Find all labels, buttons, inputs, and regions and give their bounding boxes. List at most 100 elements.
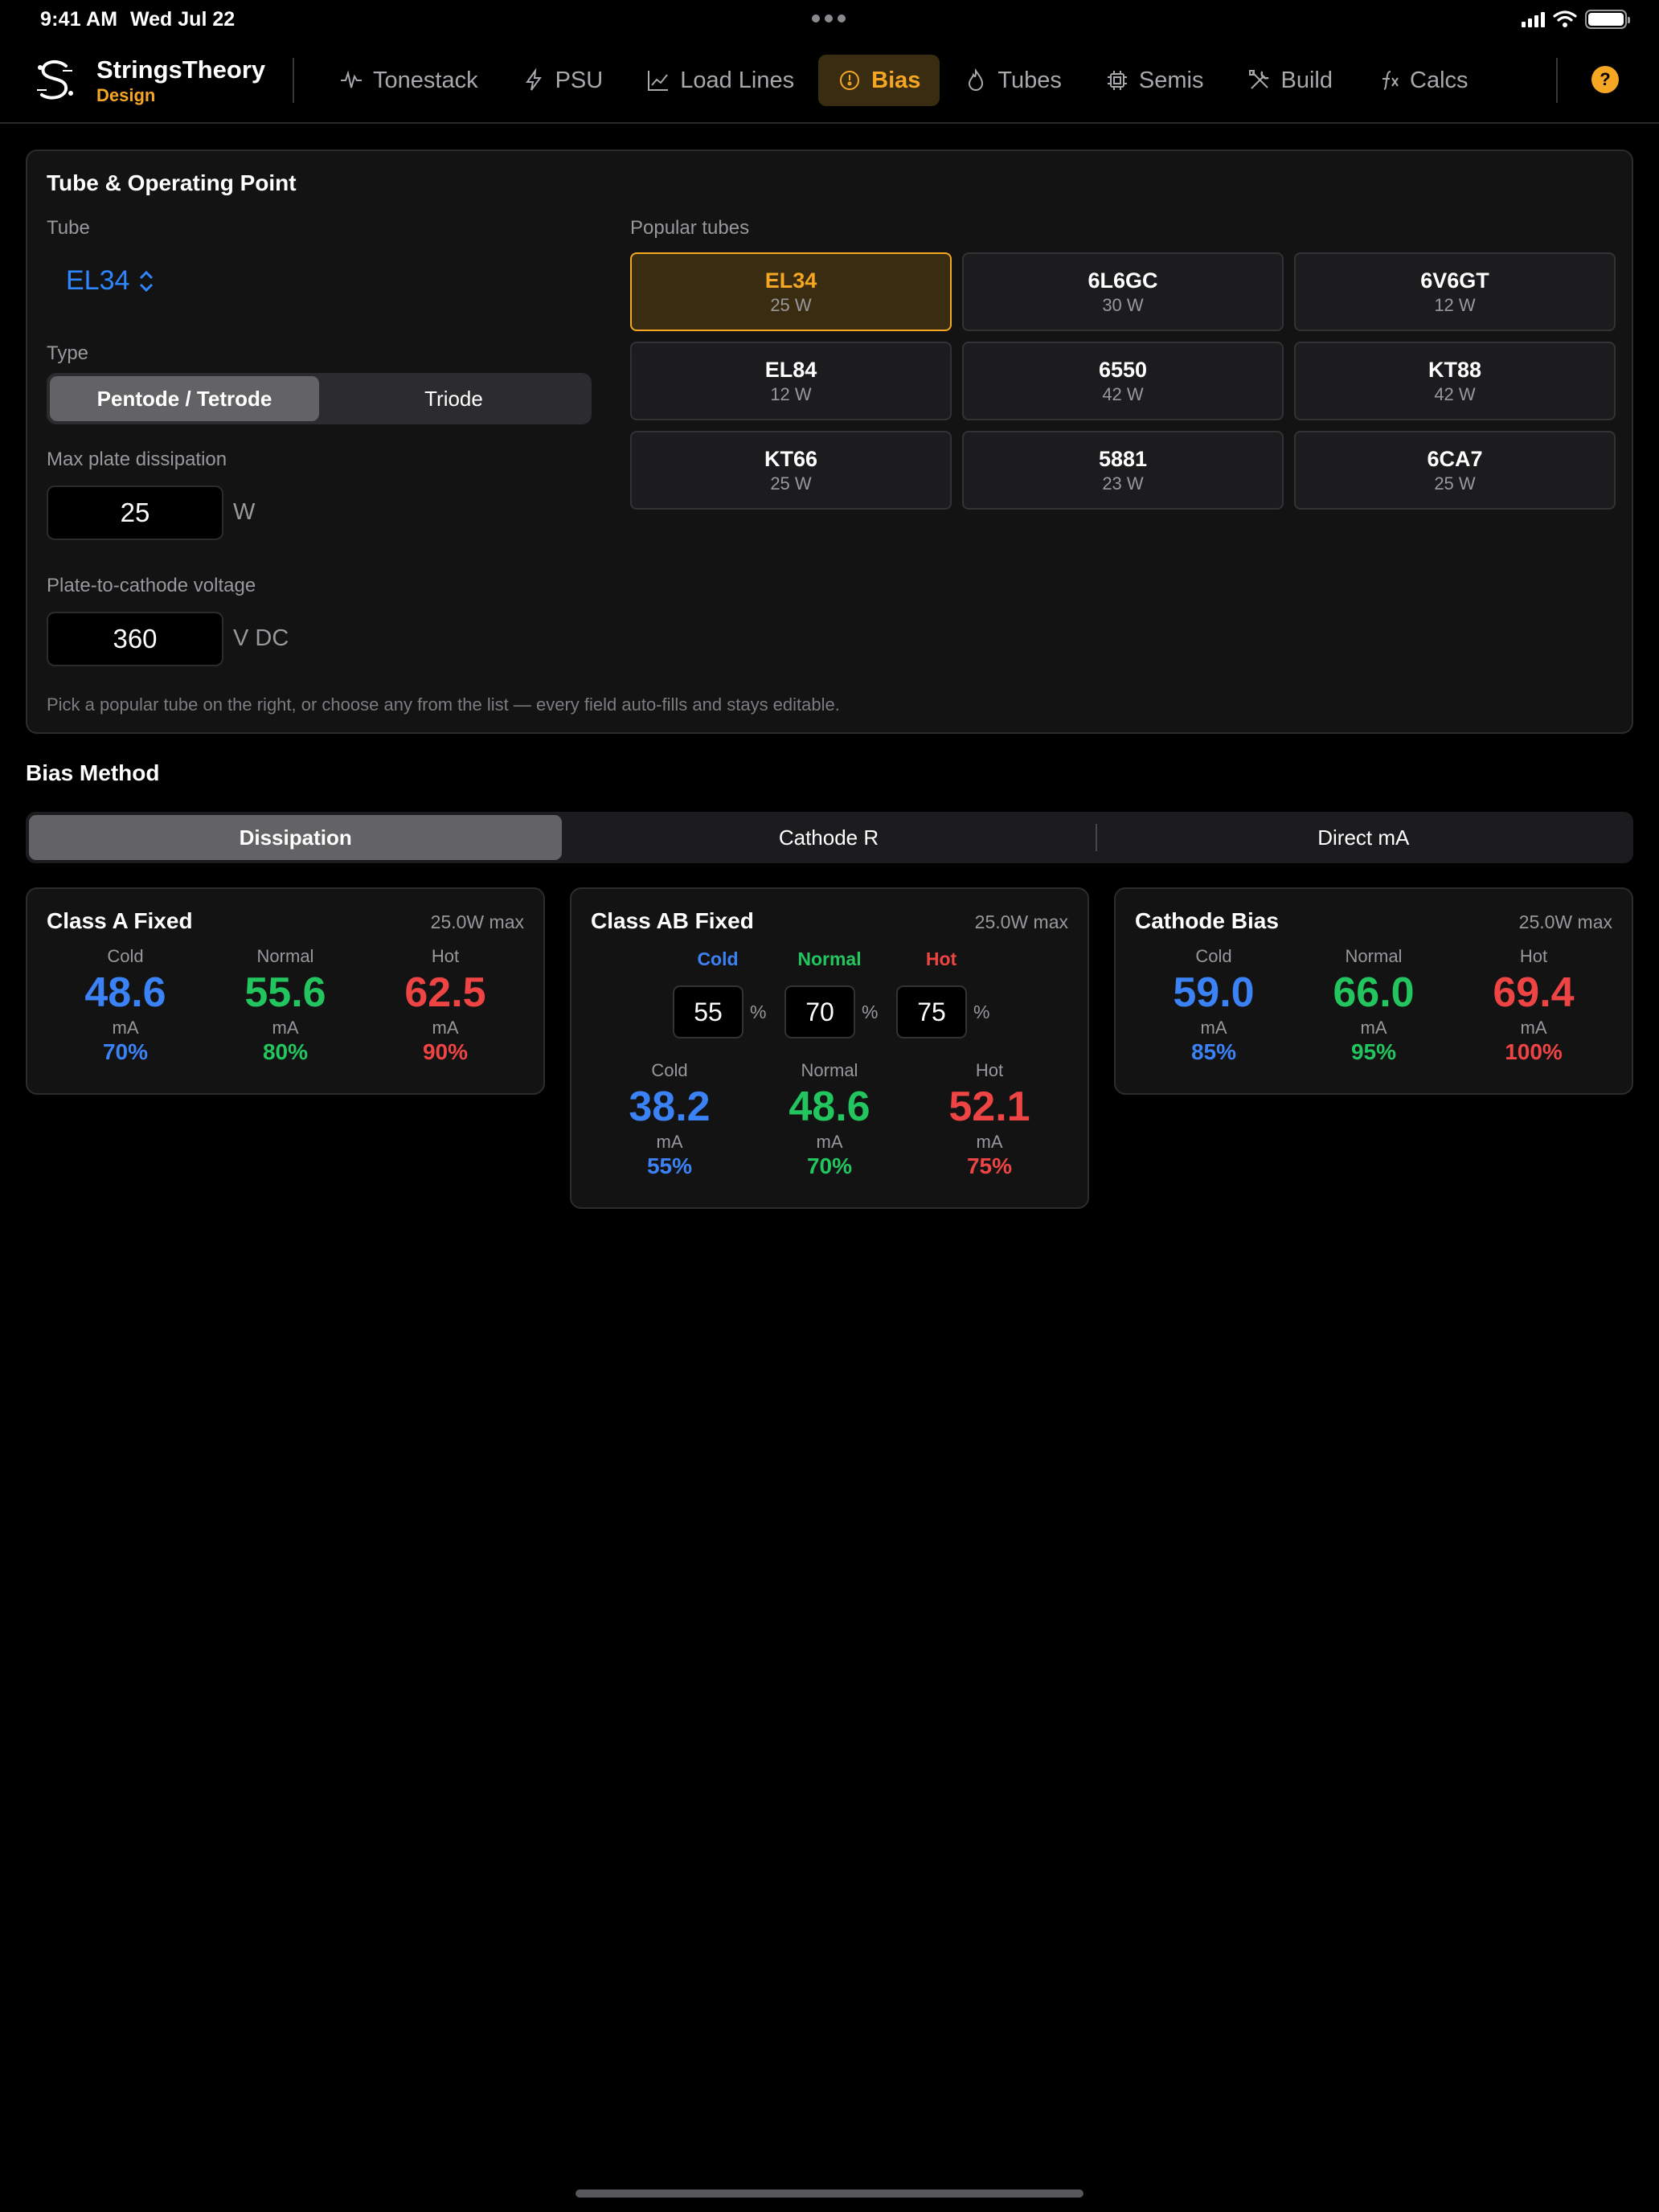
- tab-calcs[interactable]: Calcs: [1357, 55, 1488, 106]
- tube-card-kt66[interactable]: KT66 25 W: [630, 431, 952, 510]
- normal-label: Normal: [256, 946, 314, 966]
- cold-percent: 70%: [102, 1039, 149, 1064]
- normal-column: Normal 55.6 mA 80%: [205, 945, 366, 1066]
- tab-label: Tubes: [997, 67, 1062, 93]
- type-option-pentode[interactable]: Pentode / Tetrode: [50, 376, 319, 421]
- tube-watts: 12 W: [1434, 295, 1476, 315]
- tube-name: 6550: [1098, 358, 1148, 382]
- type-segmented-control: Pentode / Tetrode Triode: [47, 373, 592, 424]
- function-icon: [1382, 71, 1399, 90]
- cold-label: Cold: [1195, 946, 1232, 966]
- tab-label: Load Lines: [680, 67, 795, 93]
- tube-picker-value: EL34: [66, 265, 130, 296]
- tube-watts: 23 W: [1102, 473, 1144, 494]
- hot-percent-input[interactable]: 75: [896, 985, 967, 1038]
- tube-name: 6L6GC: [1088, 268, 1158, 293]
- normal-percent: 80%: [262, 1039, 309, 1064]
- tab-load-lines[interactable]: Load Lines: [627, 55, 813, 106]
- normal-label: Normal: [801, 1060, 858, 1080]
- normal-label: Normal: [1345, 946, 1403, 966]
- tab-tubes[interactable]: Tubes: [944, 55, 1081, 106]
- normal-percent-input[interactable]: 70: [784, 985, 855, 1038]
- tube-operating-point-panel: Tube & Operating Point Tube EL34 Type Pe…: [26, 150, 1633, 734]
- cold-column: Cold 59.0 mA 85%: [1133, 945, 1294, 1066]
- cold-column: Cold 48.6 mA 70%: [45, 945, 206, 1066]
- tube-watts: 30 W: [1102, 295, 1144, 315]
- card-title: Cathode Bias: [1135, 908, 1279, 933]
- tube-card-6ca7[interactable]: 6CA7 25 W: [1294, 431, 1616, 510]
- hot-column: Hot 62.5 mA 90%: [365, 945, 526, 1066]
- cold-percent-input[interactable]: 55: [673, 985, 743, 1038]
- hot-value: 62.5: [404, 969, 486, 1016]
- dissipation-input[interactable]: 25: [47, 485, 223, 540]
- tube-name: EL34: [764, 268, 817, 293]
- method-option-direct-ma[interactable]: Direct mA: [1097, 815, 1630, 860]
- wifi-icon: [1553, 10, 1577, 27]
- tube-card-5881[interactable]: 5881 23 W: [962, 431, 1284, 510]
- nav-tabs: Tonestack PSU Load Lines Bias Tubes Semi…: [320, 55, 1488, 106]
- tab-build[interactable]: Build: [1228, 55, 1353, 106]
- percent-sign: %: [973, 1002, 990, 1022]
- tab-tonestack[interactable]: Tonestack: [320, 55, 498, 106]
- hot-unit: mA: [432, 1018, 459, 1038]
- tab-bias[interactable]: Bias: [818, 55, 940, 106]
- tab-label: Build: [1280, 67, 1333, 93]
- type-label: Type: [47, 342, 89, 364]
- cold-percent: 85%: [1190, 1039, 1237, 1064]
- hot-value: 52.1: [948, 1083, 1030, 1130]
- top-navigation: StringsTheory Design Tonestack PSU Load …: [0, 40, 1659, 124]
- card-title: Class AB Fixed: [591, 908, 754, 933]
- tube-picker[interactable]: EL34: [66, 265, 155, 297]
- voltage-input[interactable]: 360: [47, 612, 223, 666]
- card-max: 25.0W max: [974, 911, 1068, 932]
- battery-icon: [1585, 10, 1630, 29]
- tab-label: PSU: [555, 67, 604, 93]
- tube-name: 6V6GT: [1420, 268, 1489, 293]
- tube-name: 5881: [1098, 447, 1148, 471]
- tube-card-6550[interactable]: 6550 42 W: [962, 342, 1284, 420]
- tube-watts: 25 W: [1434, 473, 1476, 494]
- tube-watts: 42 W: [1434, 384, 1476, 404]
- tube-card-kt88[interactable]: KT88 42 W: [1294, 342, 1616, 420]
- cold-column: Cold 38.2 mA 55%: [589, 1059, 750, 1180]
- popular-tubes-label: Popular tubes: [630, 217, 750, 239]
- method-option-dissipation[interactable]: Dissipation: [29, 815, 563, 860]
- waveform-icon: [341, 70, 362, 88]
- cathode-bias-card: Cathode Bias 25.0W max Cold 59.0 mA 85% …: [1114, 887, 1633, 1095]
- multitasking-dots-icon[interactable]: [812, 14, 846, 23]
- home-indicator[interactable]: [576, 2189, 1083, 2198]
- hot-percent: 100%: [1505, 1039, 1563, 1064]
- type-option-triode[interactable]: Triode: [319, 376, 588, 421]
- chip-icon: [1107, 71, 1127, 90]
- tube-card-el34[interactable]: EL34 25 W: [630, 252, 952, 331]
- cold-label: Cold: [107, 946, 144, 966]
- tab-label: Semis: [1138, 67, 1204, 93]
- tube-card-6l6gc[interactable]: 6L6GC 30 W: [962, 252, 1284, 331]
- brand-subtitle: Design: [96, 85, 156, 105]
- dissipation-unit: W: [233, 499, 256, 525]
- tools-icon: [1248, 70, 1268, 89]
- status-bar: 9:41 AM Wed Jul 22: [0, 0, 1659, 39]
- percent-sign: %: [750, 1002, 767, 1022]
- normal-unit: mA: [816, 1132, 843, 1152]
- card-max: 25.0W max: [430, 911, 524, 932]
- help-button[interactable]: ?: [1591, 66, 1619, 93]
- hot-unit: mA: [976, 1132, 1003, 1152]
- tube-card-6v6gt[interactable]: 6V6GT 12 W: [1294, 252, 1616, 331]
- cold-value: 38.2: [629, 1083, 711, 1130]
- hot-label: Hot: [1519, 946, 1548, 966]
- normal-percent: 95%: [1350, 1039, 1397, 1064]
- status-date: Wed Jul 22: [130, 8, 236, 31]
- tab-semis[interactable]: Semis: [1086, 55, 1223, 106]
- cold-unit: mA: [1200, 1018, 1227, 1038]
- tab-psu[interactable]: PSU: [502, 55, 623, 106]
- nav-divider: [1556, 58, 1558, 103]
- cold-percent: 55%: [646, 1153, 693, 1178]
- voltage-unit: V DC: [233, 625, 289, 651]
- flame-icon: [969, 68, 984, 91]
- tube-card-el84[interactable]: EL84 12 W: [630, 342, 952, 420]
- method-option-cathode-r[interactable]: Cathode R: [562, 815, 1095, 860]
- cellular-signal-icon: [1522, 11, 1545, 27]
- voltage-label: Plate-to-cathode voltage: [47, 575, 256, 596]
- nav-divider: [293, 58, 294, 103]
